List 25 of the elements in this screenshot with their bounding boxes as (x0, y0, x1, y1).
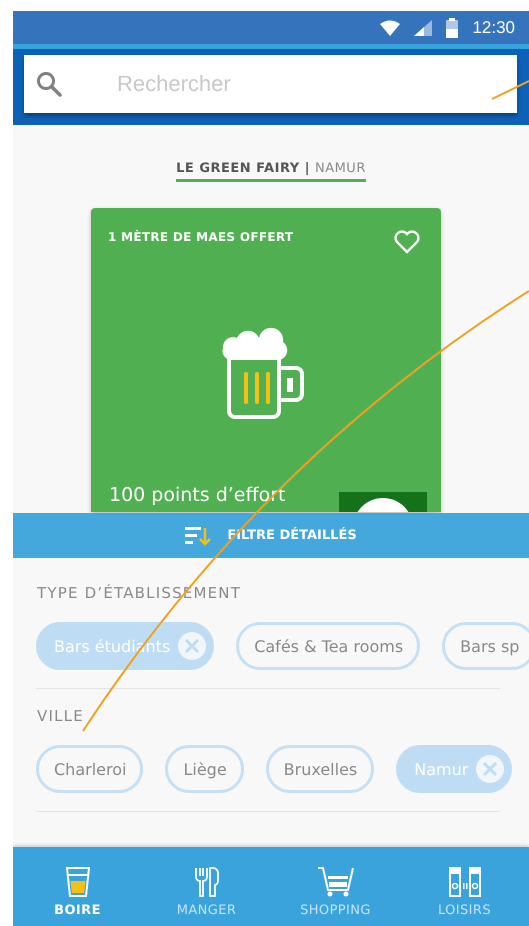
nav-tab[interactable]: SHOPPING (271, 847, 400, 926)
nav-tab[interactable]: MANGER (142, 847, 271, 926)
signal-icon (414, 20, 432, 36)
heart-icon[interactable] (394, 230, 420, 254)
wifi-icon (380, 20, 400, 36)
filter-chip[interactable]: Bruxelles (266, 745, 374, 793)
venue-title[interactable]: LE GREEN FAIRY | NAMUR (176, 161, 366, 182)
nav-tab[interactable]: BOIRE (13, 847, 142, 926)
search-icon[interactable] (36, 71, 62, 97)
clock: 12:30 (472, 18, 515, 38)
filter-chip[interactable]: Charleroi (36, 745, 144, 793)
sort-icon (185, 526, 212, 546)
filter-chip[interactable]: Bars sp (442, 622, 529, 670)
offer-title: 1 MÈTRE DE MAES OFFERT (108, 230, 294, 244)
speakers-icon (448, 867, 480, 897)
filter-chip[interactable]: Cafés & Tea rooms (236, 622, 420, 670)
filter-chip[interactable]: Namur (396, 745, 512, 793)
section-heading: VILLE (37, 707, 85, 725)
glass-icon (66, 867, 90, 897)
nav-tab[interactable]: LOISIRS (400, 847, 529, 926)
cart-icon (318, 867, 354, 897)
fork-knife-icon (194, 867, 218, 897)
annotation-line (492, 80, 529, 100)
filter-chip[interactable]: Liège (165, 745, 244, 793)
battery-icon (446, 18, 458, 38)
